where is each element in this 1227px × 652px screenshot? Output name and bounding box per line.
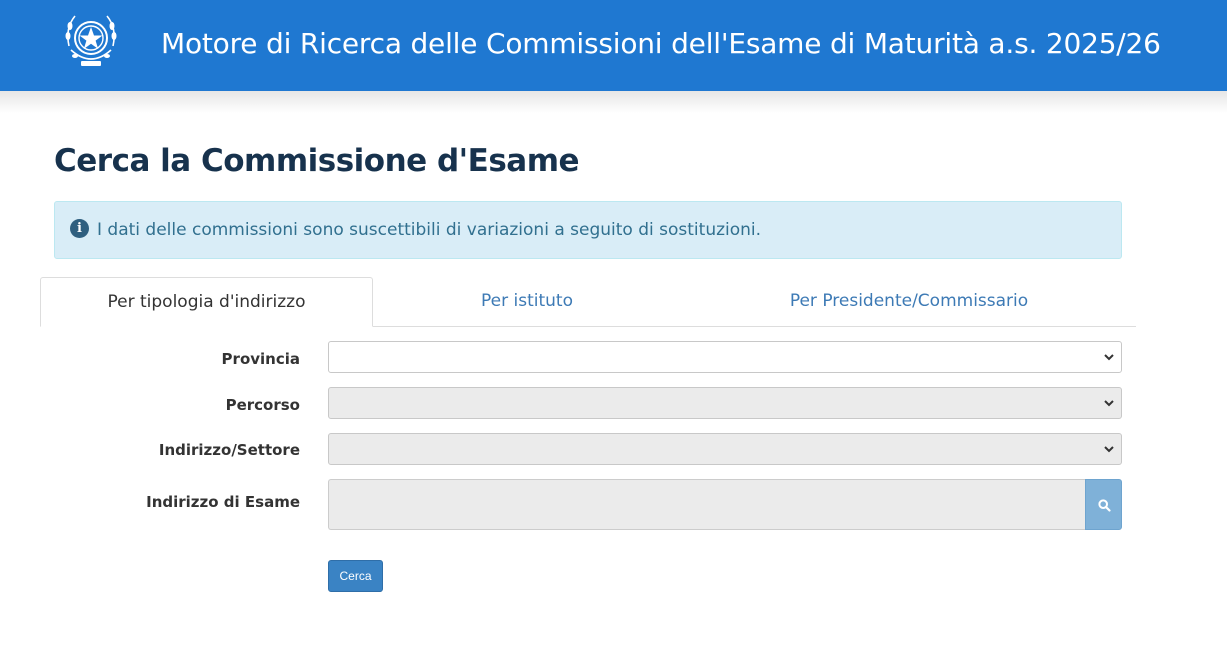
info-alert: i I dati delle commissioni sono suscetti… bbox=[54, 201, 1122, 259]
cerca-button[interactable]: Cerca bbox=[328, 560, 383, 592]
indirizzo-settore-select[interactable] bbox=[328, 433, 1122, 465]
page-title: Cerca la Commissione d'Esame bbox=[54, 143, 580, 179]
site-title: Motore di Ricerca delle Commissioni dell… bbox=[161, 27, 1161, 60]
italian-republic-emblem-icon bbox=[65, 15, 117, 66]
provincia-select[interactable] bbox=[328, 341, 1122, 373]
indirizzo-settore-label: Indirizzo/Settore bbox=[158, 441, 300, 459]
alert-message: I dati delle commissioni sono suscettibi… bbox=[97, 220, 762, 240]
tab-per-tipologia[interactable]: Per tipologia d'indirizzo bbox=[40, 277, 373, 327]
percorso-label: Percorso bbox=[225, 396, 300, 414]
site-header: Motore di Ricerca delle Commissioni dell… bbox=[0, 0, 1227, 91]
tab-per-presidente[interactable]: Per Presidente/Commissario bbox=[740, 277, 1078, 327]
chevron-down-icon bbox=[1104, 354, 1114, 361]
chevron-down-icon bbox=[1104, 446, 1114, 453]
search-icon bbox=[1098, 499, 1111, 512]
chevron-down-icon bbox=[1104, 400, 1114, 407]
header-shadow bbox=[0, 91, 1227, 113]
info-icon: i bbox=[70, 219, 89, 238]
indirizzo-esame-label: Indirizzo di Esame bbox=[146, 493, 300, 511]
search-button[interactable] bbox=[1085, 479, 1122, 530]
percorso-select[interactable] bbox=[328, 387, 1122, 419]
indirizzo-esame-input[interactable] bbox=[328, 479, 1086, 530]
provincia-label: Provincia bbox=[221, 350, 300, 368]
search-tabs: Per tipologia d'indirizzo Per istituto P… bbox=[40, 277, 1136, 327]
tab-per-istituto[interactable]: Per istituto bbox=[413, 277, 641, 327]
